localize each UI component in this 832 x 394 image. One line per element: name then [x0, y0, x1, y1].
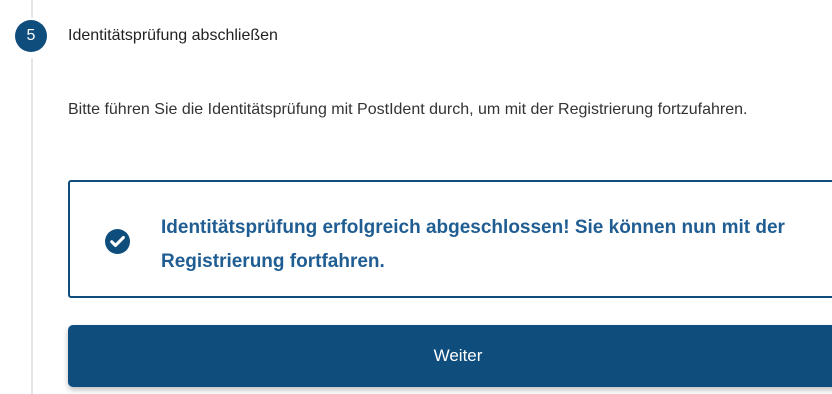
identity-verification-step: 5 Identitätsprüfung abschließen Bitte fü… [0, 0, 832, 394]
success-message-card: Identitätsprüfung erfolgreich abgeschlos… [68, 180, 832, 298]
step-connector-bottom [31, 58, 33, 394]
success-message: Identitätsprüfung erfolgreich abgeschlos… [161, 217, 785, 272]
step-title: Identitätsprüfung abschließen [68, 27, 278, 44]
step-connector-top [31, 0, 33, 18]
step-number-badge: 5 [15, 20, 47, 52]
instruction-text: Bitte führen Sie die Identitätsprüfung m… [68, 101, 748, 118]
check-circle-icon [105, 229, 130, 254]
continue-button[interactable]: Weiter [68, 325, 832, 387]
